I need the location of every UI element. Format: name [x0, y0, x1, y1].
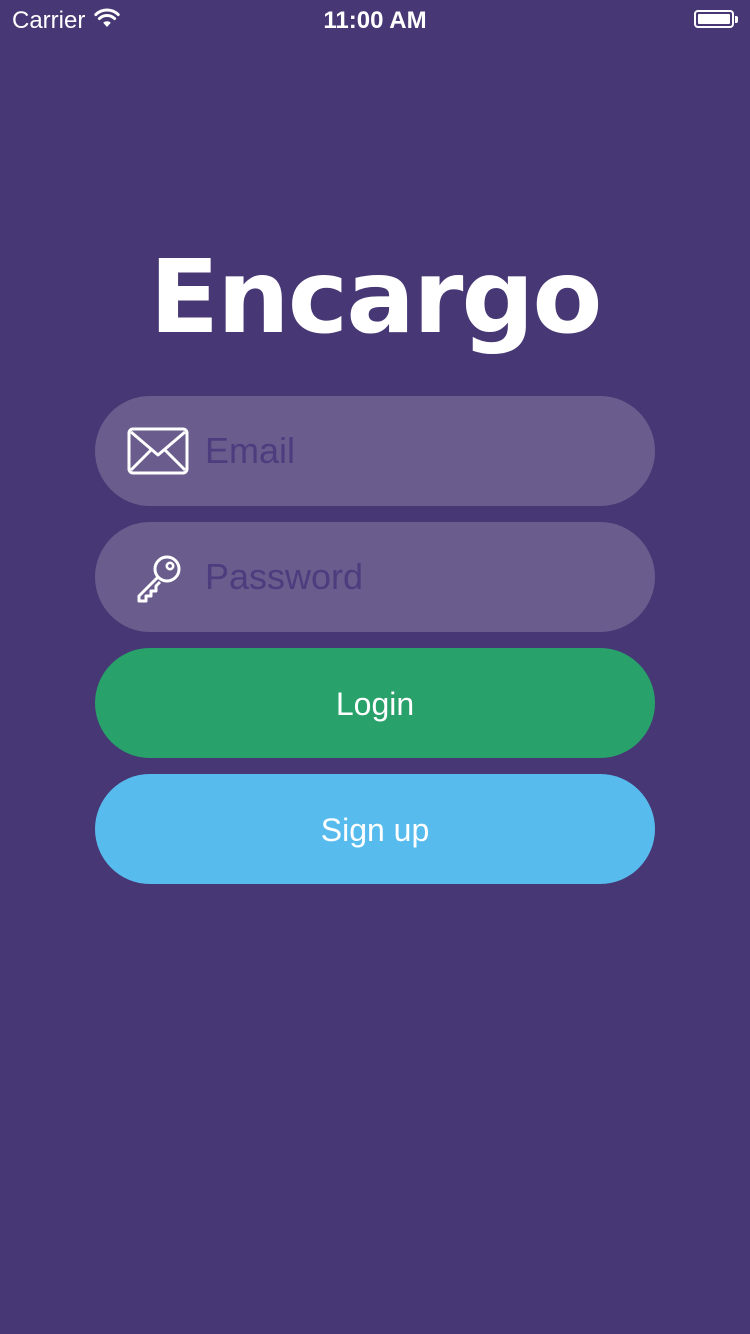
password-input[interactable]: [205, 522, 625, 632]
login-button[interactable]: Login: [95, 648, 655, 758]
email-field-container[interactable]: [95, 396, 655, 506]
signup-button[interactable]: Sign up: [95, 774, 655, 884]
status-bar: Carrier 11:00 AM: [0, 0, 750, 40]
key-icon: [127, 553, 189, 603]
status-time: 11:00 AM: [323, 7, 427, 34]
envelope-icon: [127, 427, 189, 475]
password-field-container[interactable]: [95, 522, 655, 632]
email-input[interactable]: [205, 396, 625, 506]
battery-icon: [694, 10, 738, 30]
app-logo-title: Encargo: [149, 238, 603, 357]
